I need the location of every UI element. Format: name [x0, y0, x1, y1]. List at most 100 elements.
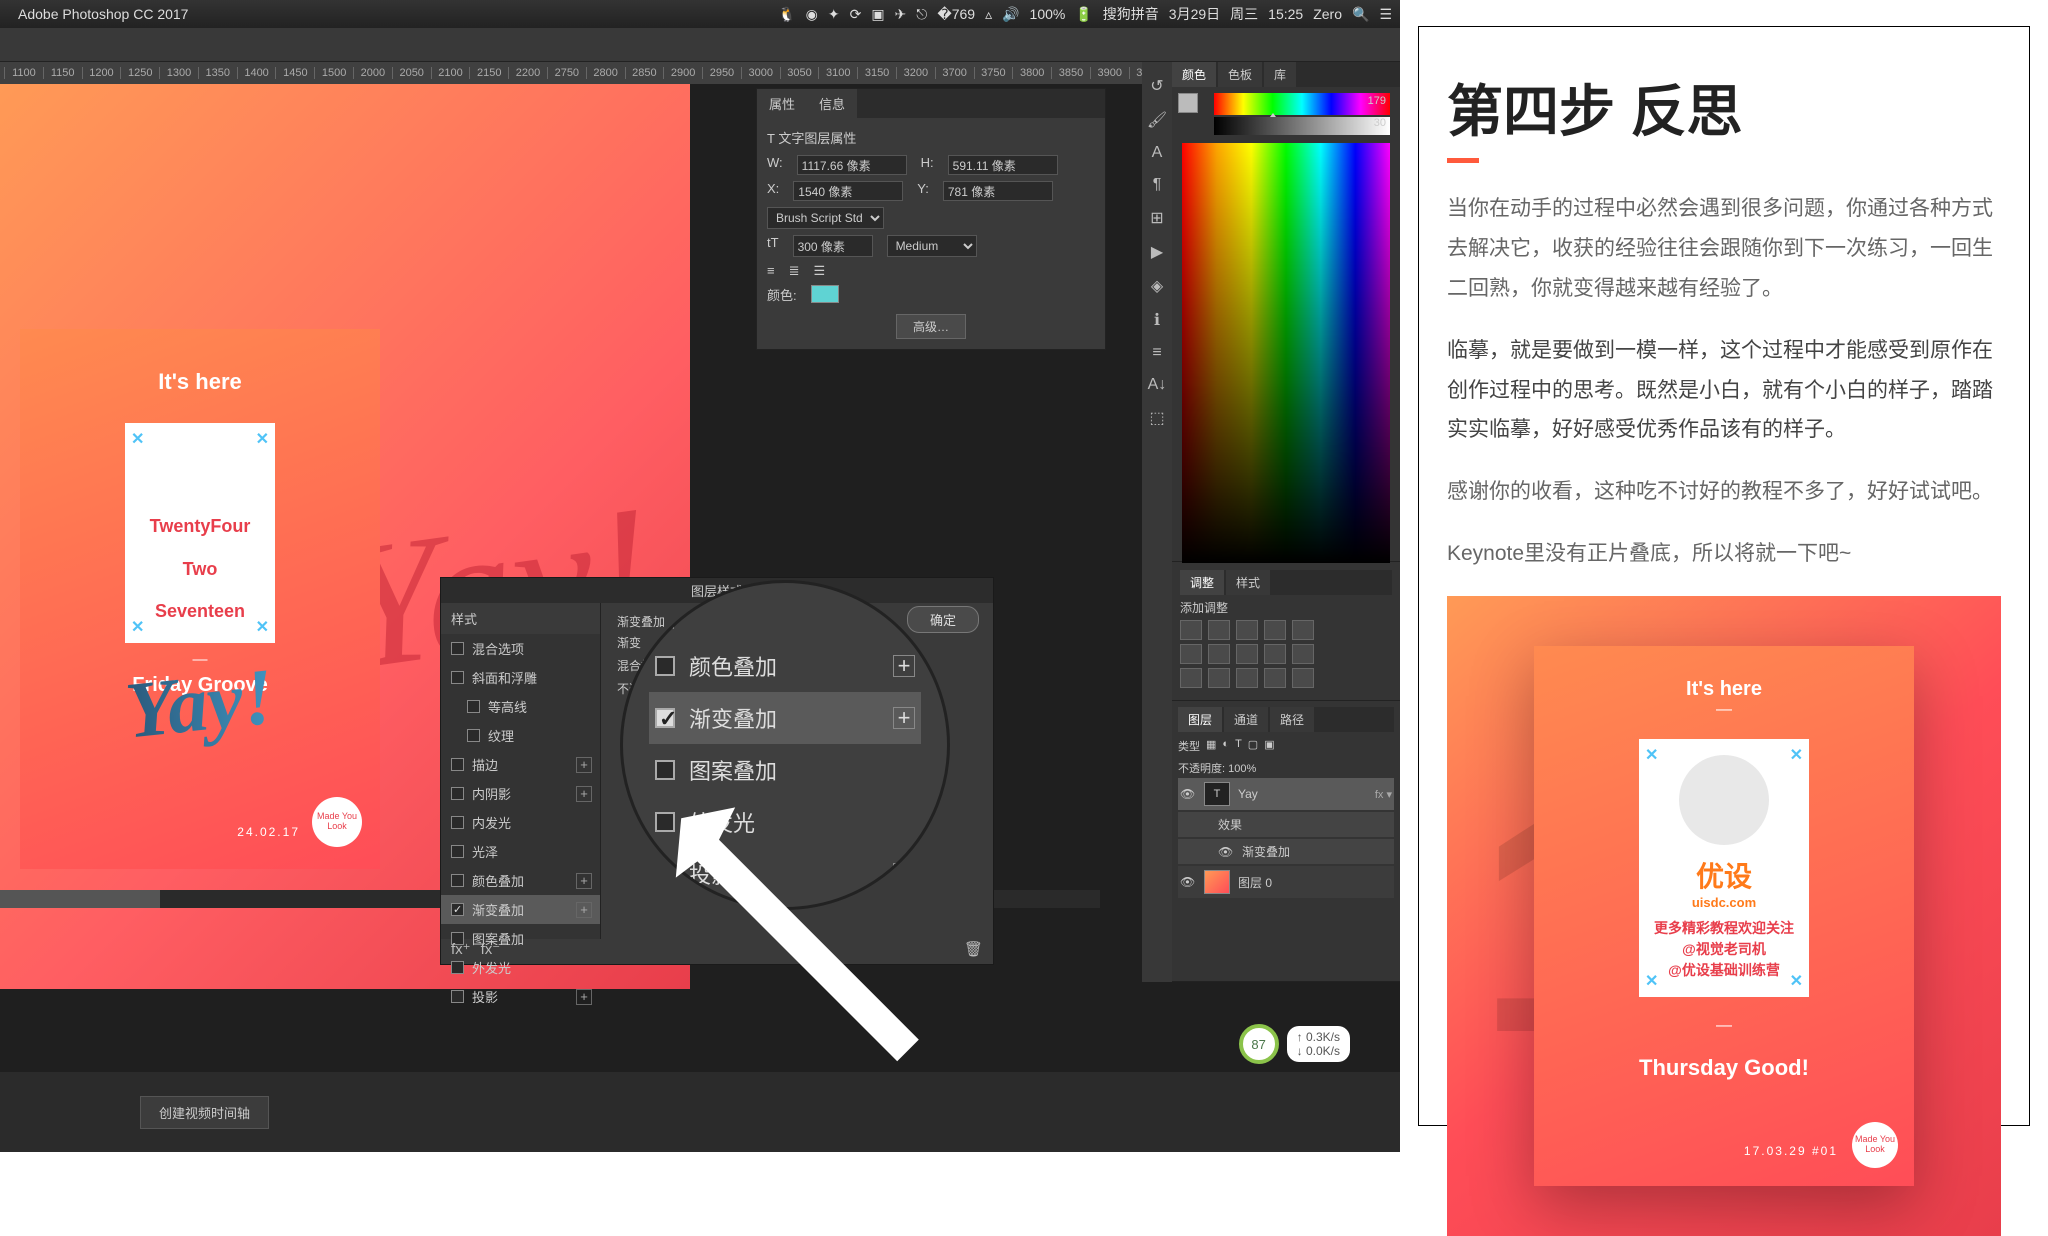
- style-item[interactable]: 内发光: [441, 808, 600, 837]
- visibility-icon[interactable]: 👁: [1218, 845, 1234, 859]
- trash-icon[interactable]: 🗑: [964, 940, 983, 958]
- y-input[interactable]: [943, 181, 1053, 201]
- filter-adjust-icon[interactable]: ◐: [1222, 738, 1229, 754]
- action-icon[interactable]: ▶: [1151, 242, 1163, 262]
- width-input[interactable]: [797, 155, 907, 175]
- adj-grad-icon[interactable]: [1264, 668, 1286, 688]
- adj-hue-icon[interactable]: [1180, 644, 1202, 664]
- style-item[interactable]: 投影+: [441, 982, 600, 1011]
- adj-brightness-icon[interactable]: [1180, 620, 1202, 640]
- style-item[interactable]: 内阴影+: [441, 779, 600, 808]
- spotlight-icon[interactable]: 🔍: [1352, 6, 1369, 23]
- tab-paths[interactable]: 路径: [1270, 707, 1314, 732]
- checkbox[interactable]: [451, 642, 464, 655]
- visibility-icon[interactable]: 👁: [1180, 875, 1196, 889]
- tab-properties[interactable]: 属性: [757, 89, 807, 118]
- poster-artwork[interactable]: It's here ✕ ✕ ✕ ✕ TwentyFour Two Sevente…: [20, 329, 380, 869]
- align-right-icon[interactable]: ☰: [814, 263, 826, 279]
- history-icon[interactable]: ↺: [1150, 76, 1163, 96]
- create-timeline-button[interactable]: 创建视频时间轴: [140, 1096, 269, 1129]
- tab-swatches[interactable]: 色板: [1218, 62, 1262, 87]
- input-method[interactable]: 搜狗拼音: [1103, 4, 1159, 24]
- char-icon[interactable]: A: [1152, 144, 1163, 162]
- add-effect-icon[interactable]: +: [893, 655, 915, 677]
- checkbox[interactable]: [451, 758, 464, 771]
- style-item[interactable]: 渐变叠加+: [441, 895, 600, 924]
- visibility-icon[interactable]: 👁: [1180, 787, 1196, 801]
- checkbox[interactable]: [655, 760, 675, 780]
- font-size-input[interactable]: [793, 235, 873, 257]
- align-center-icon[interactable]: ≣: [789, 263, 800, 279]
- height-input[interactable]: [948, 155, 1058, 175]
- add-effect-icon[interactable]: +: [576, 989, 592, 1005]
- checkbox[interactable]: [467, 729, 480, 742]
- add-effect-icon[interactable]: +: [893, 707, 915, 729]
- color-panel[interactable]: 颜色 色板 库 179 30: [1172, 62, 1400, 562]
- style-item[interactable]: 等高线: [441, 692, 600, 721]
- para-icon[interactable]: ¶: [1153, 176, 1162, 194]
- font-weight-select[interactable]: Medium: [887, 235, 977, 257]
- layer-row-0[interactable]: 👁 图层 0: [1178, 866, 1394, 898]
- add-effect-icon[interactable]: +: [576, 902, 592, 918]
- options-bar[interactable]: [0, 28, 1400, 62]
- fx-badge[interactable]: fx ▾: [1375, 788, 1392, 801]
- checkbox[interactable]: [451, 961, 464, 974]
- font-select[interactable]: Brush Script Std: [767, 207, 884, 229]
- opacity-value[interactable]: 100%: [1228, 763, 1256, 775]
- checkbox[interactable]: [451, 903, 464, 916]
- layer-name[interactable]: Yay: [1238, 787, 1258, 801]
- adjustments-panel[interactable]: 调整 样式 添加调整: [1172, 562, 1400, 701]
- adj-mixer-icon[interactable]: [1264, 644, 1286, 664]
- tab-channels[interactable]: 通道: [1224, 707, 1268, 732]
- style-item[interactable]: 光泽: [441, 837, 600, 866]
- tab-layers[interactable]: 图层: [1178, 707, 1222, 732]
- adj-invert-icon[interactable]: [1180, 668, 1202, 688]
- filter-text-icon[interactable]: T: [1235, 738, 1242, 754]
- checkbox[interactable]: [655, 708, 675, 728]
- text-tool-icon[interactable]: A↓: [1148, 376, 1167, 394]
- sync-icon[interactable]: ⟳: [850, 6, 862, 23]
- checkbox[interactable]: [655, 656, 675, 676]
- volume-icon[interactable]: 🔊: [1002, 6, 1019, 23]
- fx-add-icon[interactable]: fx⁺: [451, 940, 471, 958]
- align-icon[interactable]: ≡: [1152, 344, 1161, 362]
- add-effect-icon[interactable]: +: [576, 873, 592, 889]
- layers-panel[interactable]: 图层 通道 路径 类型 ▦ ◐ T ▢ ▣ 不透明度: 100% 👁 T Yay…: [1172, 701, 1400, 982]
- tool-icon[interactable]: ⬚: [1149, 408, 1164, 428]
- adj-levels-icon[interactable]: [1208, 620, 1230, 640]
- adj-bw-icon[interactable]: [1208, 644, 1230, 664]
- tab-adjustments[interactable]: 调整: [1180, 570, 1224, 595]
- stats-widget[interactable]: 87 ↑ 0.3K/s ↓ 0.0K/s: [1239, 1024, 1350, 1064]
- adj-lut-icon[interactable]: [1292, 644, 1314, 664]
- display-icon[interactable]: ▣: [871, 6, 884, 23]
- add-effect-icon[interactable]: +: [576, 786, 592, 802]
- adj-exposure-icon[interactable]: [1264, 620, 1286, 640]
- hue-slider[interactable]: 179: [1214, 93, 1390, 115]
- star-icon[interactable]: ✦: [828, 6, 840, 23]
- adj-post-icon[interactable]: [1208, 668, 1230, 688]
- checkbox[interactable]: [467, 700, 480, 713]
- menubar-user[interactable]: Zero: [1313, 6, 1342, 22]
- adj-thresh-icon[interactable]: [1236, 668, 1258, 688]
- tab-libraries[interactable]: 库: [1264, 62, 1296, 87]
- filter-pixel-icon[interactable]: ▦: [1206, 738, 1216, 754]
- style-item[interactable]: 混合选项: [441, 634, 600, 663]
- wifi-icon[interactable]: �769: [937, 6, 975, 23]
- adj-photo-icon[interactable]: [1236, 644, 1258, 664]
- style-item[interactable]: 纹理: [441, 721, 600, 750]
- checkbox[interactable]: [451, 990, 464, 1003]
- notification-icon[interactable]: ☰: [1379, 6, 1392, 23]
- checkbox[interactable]: [451, 874, 464, 887]
- adj-vibrance-icon[interactable]: [1292, 620, 1314, 640]
- advanced-button[interactable]: 高级…: [896, 314, 966, 339]
- layer-fx-row[interactable]: 效果: [1178, 812, 1394, 837]
- checkbox[interactable]: [451, 816, 464, 829]
- brush-icon[interactable]: 🖌: [1147, 110, 1167, 130]
- tab-color[interactable]: 颜色: [1172, 62, 1216, 87]
- filter-shape-icon[interactable]: ▢: [1248, 738, 1258, 754]
- checkbox[interactable]: [451, 845, 464, 858]
- text-color-swatch[interactable]: [811, 285, 839, 303]
- adj-sel-icon[interactable]: [1292, 668, 1314, 688]
- checkbox[interactable]: [451, 787, 464, 800]
- airplay-icon[interactable]: ▵: [985, 6, 992, 23]
